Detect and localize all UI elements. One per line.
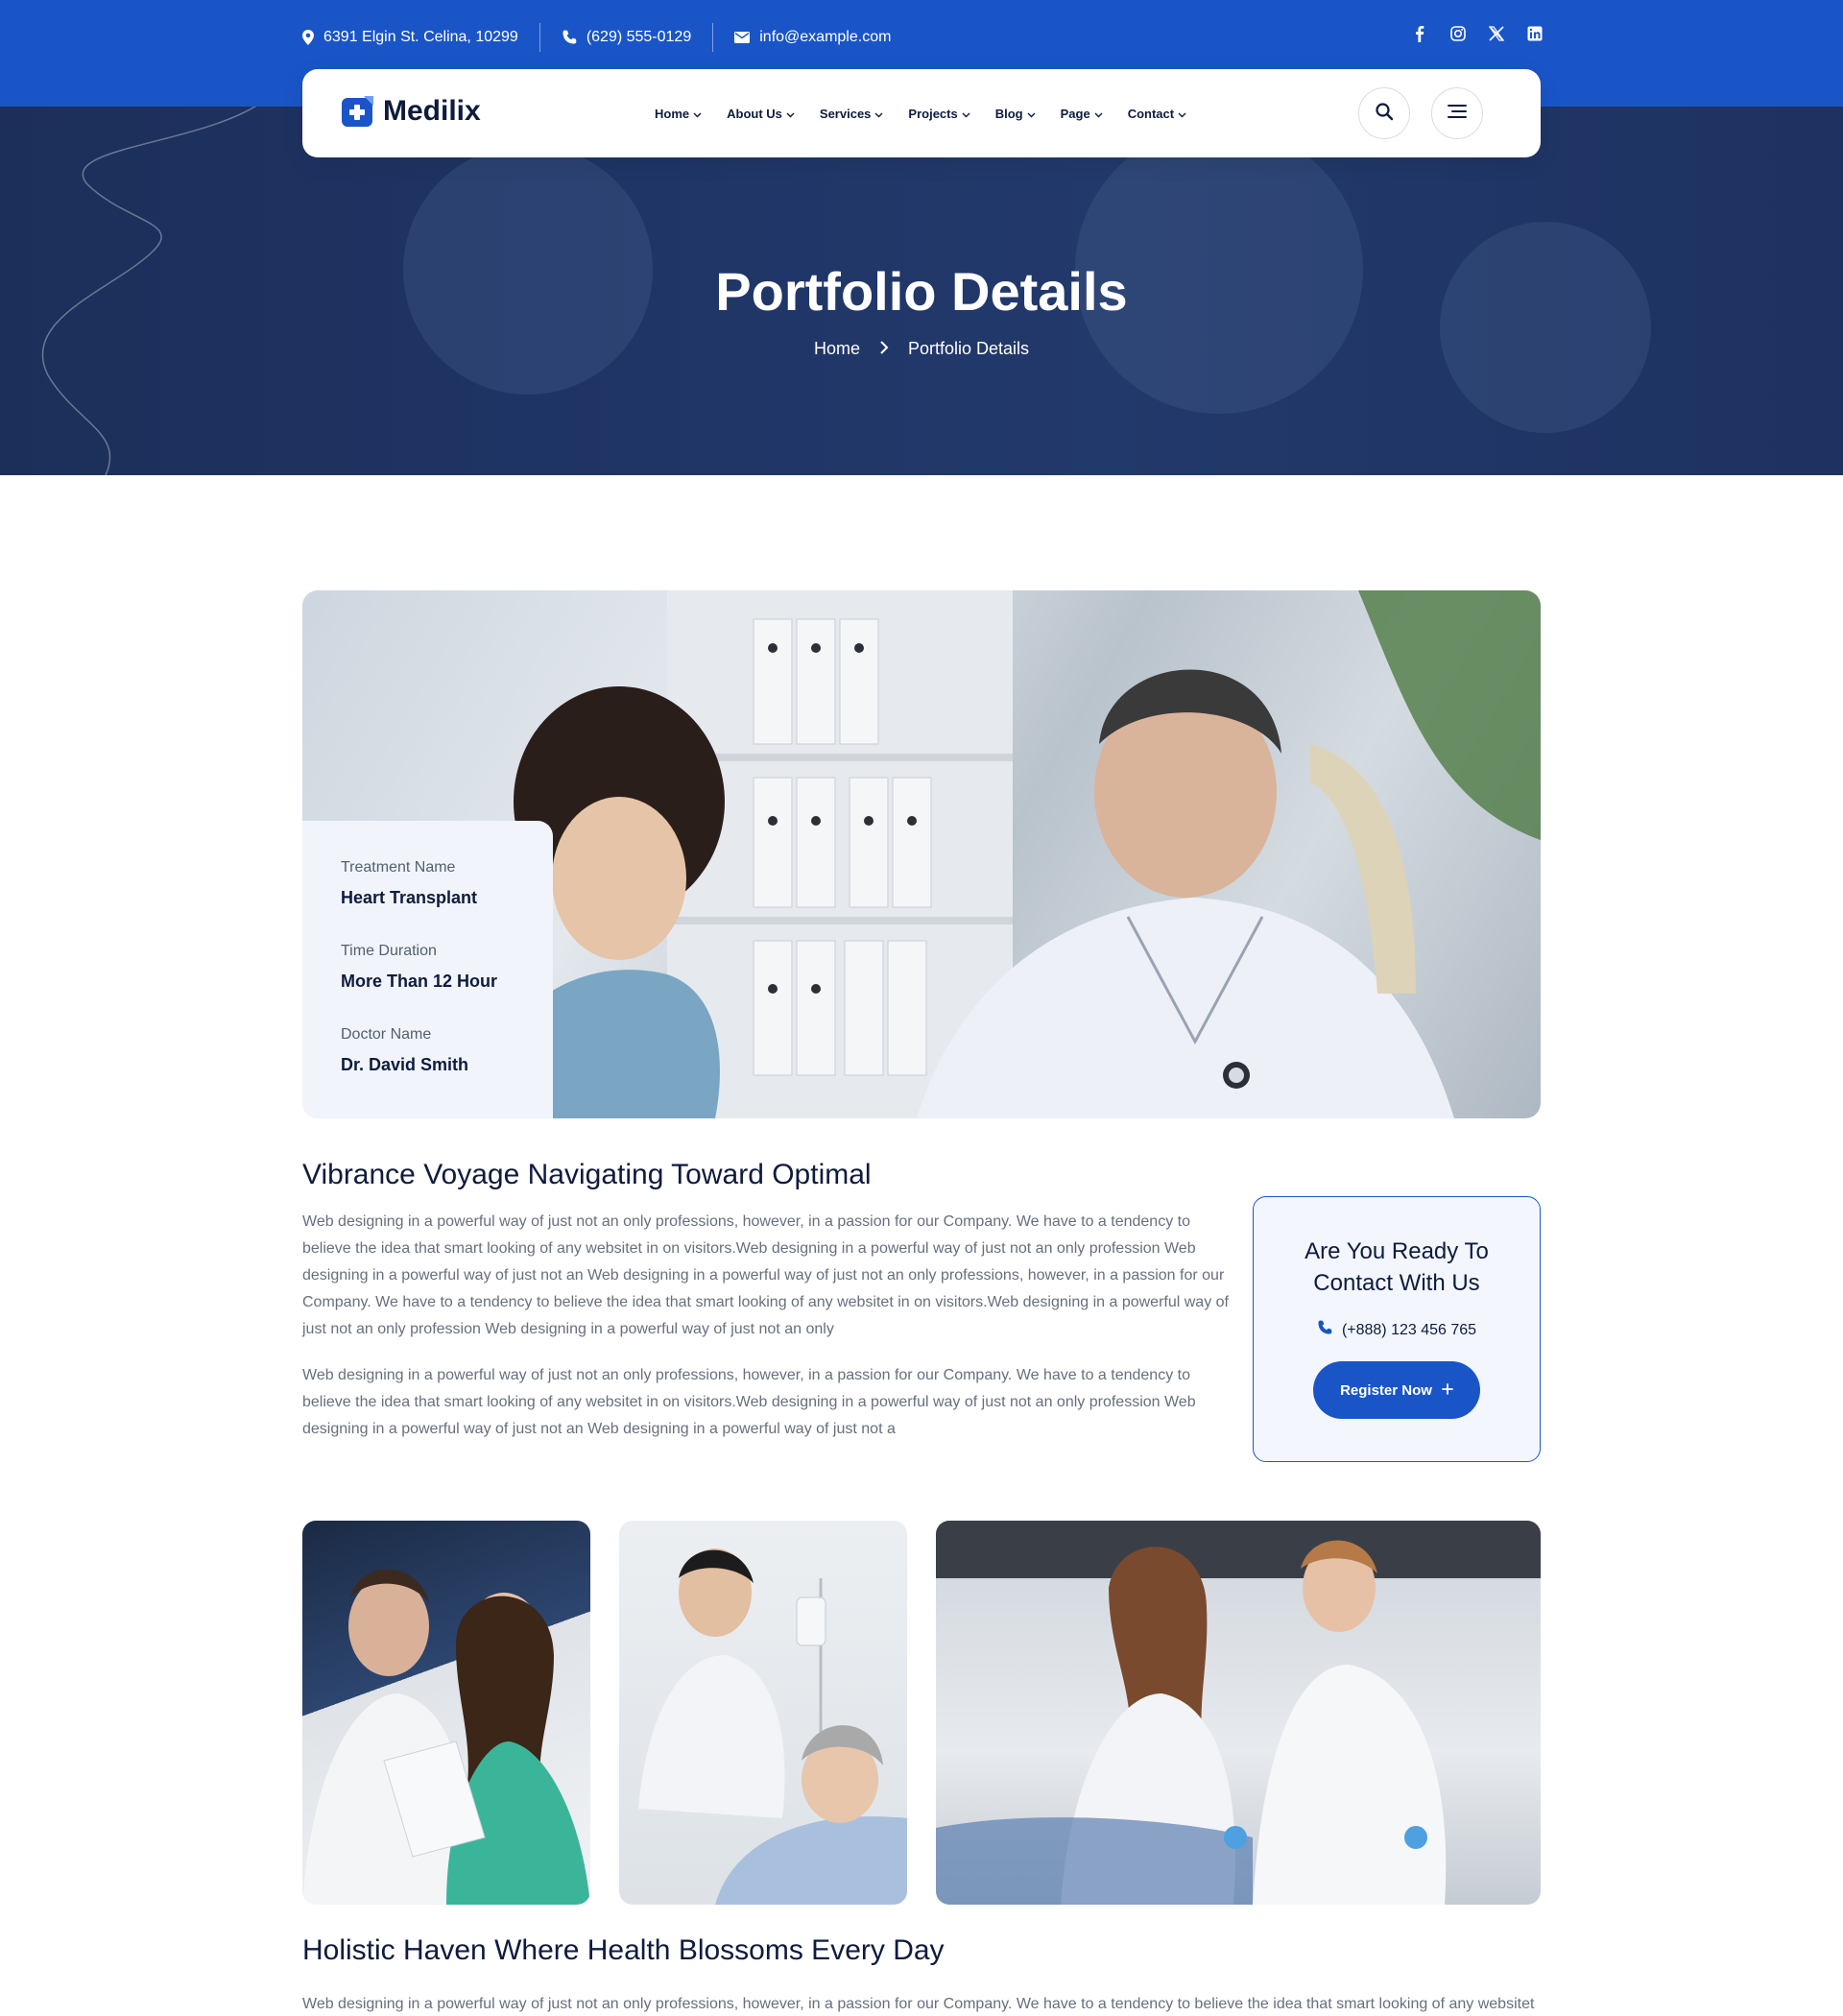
nav-item-blog[interactable]: Blog xyxy=(995,107,1036,121)
register-now-label: Register Now xyxy=(1340,1381,1432,1399)
nav-item-projects[interactable]: Projects xyxy=(908,106,970,121)
phone-text: (629) 555-0129 xyxy=(586,29,692,45)
breadcrumb-home[interactable]: Home xyxy=(814,339,860,359)
hamburger-menu-icon xyxy=(1447,104,1468,124)
search-icon xyxy=(1375,102,1394,126)
x-icon[interactable] xyxy=(1488,25,1505,42)
divider xyxy=(539,23,540,52)
nav-item-page[interactable]: Page xyxy=(1061,107,1103,121)
nav-item-about[interactable]: About Us xyxy=(727,107,795,121)
nav-item-label: Home xyxy=(655,106,690,121)
chevron-down-icon xyxy=(786,107,795,121)
gallery-image xyxy=(302,1521,590,1905)
nav-menu: Home About Us Services Projects Blog Pag… xyxy=(655,69,1186,157)
instagram-icon[interactable] xyxy=(1449,25,1467,42)
search-button[interactable] xyxy=(1358,87,1410,139)
section-paragraph: Web designing in a powerful way of just … xyxy=(302,1996,1535,2012)
breadcrumb: Home Portfolio Details xyxy=(0,339,1843,359)
envelope-icon xyxy=(734,32,751,43)
chevron-down-icon xyxy=(874,107,883,121)
section-heading: Vibrance Voyage Navigating Toward Optima… xyxy=(302,1159,872,1190)
nav-item-contact[interactable]: Contact xyxy=(1128,107,1186,121)
breadcrumb-current: Portfolio Details xyxy=(907,339,1030,358)
address-item: 6391 Elgin St. Celina, 10299 xyxy=(302,25,518,50)
treatment-value: Heart Transplant xyxy=(341,888,478,907)
phone-item[interactable]: (629) 555-0129 xyxy=(562,25,691,50)
map-pin-icon xyxy=(302,30,314,45)
gallery-image xyxy=(619,1521,907,1905)
menu-toggle-button[interactable] xyxy=(1431,87,1483,139)
brand-name: Medilix xyxy=(383,95,481,127)
email-item[interactable]: info@example.com xyxy=(734,25,891,50)
duration-label: Time Duration xyxy=(341,943,437,959)
phone-icon xyxy=(562,30,577,45)
doctor-label: Doctor Name xyxy=(341,1026,432,1043)
section-paragraph: Web designing in a powerful way of just … xyxy=(302,1367,1196,1437)
phone-icon xyxy=(1317,1320,1332,1340)
chevron-down-icon xyxy=(962,107,970,121)
gallery-image xyxy=(936,1521,1541,1905)
plus-icon xyxy=(1442,1382,1453,1399)
linkedin-icon[interactable] xyxy=(1526,25,1544,42)
facebook-icon[interactable] xyxy=(1411,25,1428,42)
portfolio-main-image: Treatment Name Heart Transplant Time Dur… xyxy=(302,590,1541,1118)
nav-item-label: Contact xyxy=(1127,106,1175,121)
medical-cross-logo-icon xyxy=(342,96,373,127)
page-hero: Portfolio Details Home Portfolio Details xyxy=(0,107,1843,475)
logo[interactable]: Medilix xyxy=(341,94,481,129)
nav-item-services[interactable]: Services xyxy=(820,107,884,121)
nav-item-label: Services xyxy=(819,106,872,121)
duration-value: More Than 12 Hour xyxy=(341,972,498,991)
nav-item-label: Page xyxy=(1060,106,1090,121)
chevron-down-icon xyxy=(1178,107,1186,121)
doctor-value: Dr. David Smith xyxy=(341,1055,469,1074)
nav-item-label: Blog xyxy=(994,106,1023,121)
chevron-down-icon xyxy=(1027,107,1036,121)
chevron-right-icon xyxy=(879,339,889,359)
treatment-label: Treatment Name xyxy=(341,859,456,876)
email-text: info@example.com xyxy=(759,29,892,45)
nav-item-home[interactable]: Home xyxy=(655,107,702,121)
doctor-checking-patient-photo xyxy=(638,1548,907,1905)
cta-title: Are You Ready To Contact With Us xyxy=(1304,1238,1489,1296)
chevron-down-icon xyxy=(693,107,702,121)
contact-cta-box: Are You Ready To Contact With Us (+888) … xyxy=(1253,1196,1541,1462)
chevron-down-icon xyxy=(1094,107,1103,121)
nav-item-label: Projects xyxy=(908,106,958,121)
social-links xyxy=(1411,25,1544,42)
doctors-with-patient-photo xyxy=(936,1521,1541,1905)
section-heading: Holistic Haven Where Health Blossoms Eve… xyxy=(302,1934,945,1966)
contact-info: 6391 Elgin St. Celina, 10299 (629) 555-0… xyxy=(302,23,891,52)
cta-phone[interactable]: (+888) 123 456 765 xyxy=(1254,1320,1540,1340)
register-now-button[interactable]: Register Now xyxy=(1313,1361,1480,1419)
section-paragraph: Web designing in a powerful way of just … xyxy=(302,1213,1229,1337)
main-navbar: Medilix Home About Us Services Projects … xyxy=(302,69,1541,157)
divider xyxy=(712,23,714,52)
project-info-card: Treatment Name Heart Transplant Time Dur… xyxy=(302,821,553,1118)
page-title: Portfolio Details xyxy=(715,261,1128,322)
nav-item-label: About Us xyxy=(727,106,782,121)
hero-bg-shape xyxy=(1440,222,1651,433)
address-text: 6391 Elgin St. Celina, 10299 xyxy=(323,29,518,45)
cta-phone-text: (+888) 123 456 765 xyxy=(1341,1321,1477,1338)
doctors-reviewing-paper-photo xyxy=(302,1569,590,1905)
